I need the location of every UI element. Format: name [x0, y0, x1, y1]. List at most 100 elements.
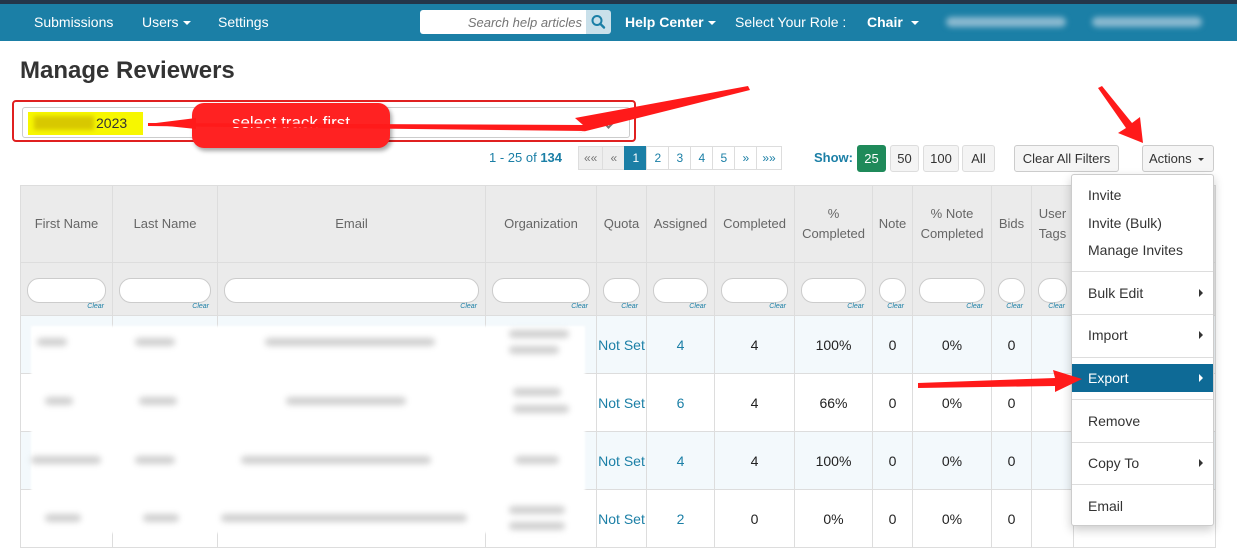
filter-input[interactable]: [224, 277, 479, 303]
filter-input[interactable]: [721, 277, 788, 303]
header-row: First Name Last Name Email Organization …: [20, 185, 1216, 263]
filter-cell: Clear: [991, 262, 1032, 316]
col-pct-note-completed[interactable]: % Note Completed: [912, 185, 992, 263]
col-completed[interactable]: Completed: [714, 185, 795, 263]
pct-completed-value: 66%: [794, 373, 873, 432]
nav-submissions[interactable]: Submissions: [34, 14, 113, 30]
page-title: Manage Reviewers: [20, 57, 235, 84]
quota-link[interactable]: Not Set: [596, 431, 647, 490]
filter-input[interactable]: [653, 277, 708, 303]
menu-item-email[interactable]: Email: [1072, 492, 1213, 520]
redacted-text: [509, 522, 565, 530]
filter-cell: Clear: [714, 262, 795, 316]
menu-item-export[interactable]: Export: [1072, 364, 1213, 392]
filter-input[interactable]: [879, 277, 906, 303]
filter-input[interactable]: [801, 277, 866, 303]
role-select[interactable]: Chair: [867, 14, 919, 30]
chevron-down-icon: [910, 21, 919, 26]
nav-users[interactable]: Users: [142, 14, 191, 30]
clear-link[interactable]: Clear: [1006, 303, 1023, 310]
menu-item-bulk-edit[interactable]: Bulk Edit: [1072, 279, 1213, 307]
quota-link[interactable]: Not Set: [596, 373, 647, 432]
filter-input[interactable]: [27, 277, 106, 303]
track-value-text: 2023: [96, 115, 128, 131]
col-bids[interactable]: Bids: [991, 185, 1032, 263]
pagination: «« « 1 2 3 4 5 » »»: [578, 146, 782, 170]
page-4[interactable]: 4: [690, 146, 714, 170]
page-1[interactable]: 1: [624, 146, 648, 170]
col-last-name[interactable]: Last Name: [112, 185, 218, 263]
quota-link[interactable]: Not Set: [596, 315, 647, 374]
clear-link[interactable]: Clear: [621, 303, 638, 310]
clear-link[interactable]: Clear: [769, 303, 786, 310]
assigned-link[interactable]: 2: [646, 489, 715, 548]
col-first-name[interactable]: First Name: [20, 185, 113, 263]
note-pct-value: 0%: [912, 489, 992, 548]
clear-link[interactable]: Clear: [571, 303, 588, 310]
menu-item-invite[interactable]: Invite: [1072, 181, 1213, 209]
redacted-text: [135, 456, 175, 464]
redacted-text: [509, 330, 569, 338]
col-quota[interactable]: Quota: [596, 185, 647, 263]
clear-link[interactable]: Clear: [847, 303, 864, 310]
clear-link[interactable]: Clear: [689, 303, 706, 310]
clear-link[interactable]: Clear: [1048, 303, 1065, 310]
page-next[interactable]: »: [734, 146, 758, 170]
account-menu[interactable]: [1092, 17, 1202, 27]
clear-link[interactable]: Clear: [460, 303, 477, 310]
menu-item-invite-bulk[interactable]: Invite (Bulk): [1072, 209, 1213, 237]
nav-help-center[interactable]: Help Center: [625, 14, 716, 30]
menu-item-remove[interactable]: Remove: [1072, 407, 1213, 435]
page-5[interactable]: 5: [712, 146, 736, 170]
user-menu[interactable]: [946, 17, 1066, 27]
filter-input[interactable]: [1038, 277, 1067, 303]
col-organization[interactable]: Organization: [485, 185, 597, 263]
note-value: 0: [872, 315, 913, 374]
menu-divider: [1072, 442, 1213, 443]
actions-button[interactable]: Actions: [1142, 145, 1214, 172]
redacted-text: [143, 514, 179, 522]
col-note[interactable]: Note: [872, 185, 913, 263]
show-100-button[interactable]: 100: [923, 145, 959, 172]
menu-item-manage-invites[interactable]: Manage Invites: [1072, 236, 1213, 264]
filter-input[interactable]: [998, 277, 1025, 303]
search-button[interactable]: [586, 10, 611, 34]
filter-cell: Clear: [872, 262, 913, 316]
page-last[interactable]: »»: [756, 146, 782, 170]
clear-link[interactable]: Clear: [887, 303, 904, 310]
page-prev[interactable]: «: [602, 146, 626, 170]
page-3[interactable]: 3: [668, 146, 692, 170]
page-first[interactable]: ««: [578, 146, 604, 170]
assigned-link[interactable]: 6: [646, 373, 715, 432]
show-all-button[interactable]: All: [962, 145, 995, 172]
col-assigned[interactable]: Assigned: [646, 185, 715, 263]
chevron-right-icon: [1199, 331, 1203, 339]
help-search-input[interactable]: [420, 10, 588, 34]
col-pct-completed[interactable]: % Completed: [794, 185, 873, 263]
menu-item-copy-to[interactable]: Copy To: [1072, 449, 1213, 477]
redacted-text: [509, 346, 559, 354]
page-2[interactable]: 2: [646, 146, 670, 170]
col-user-tags[interactable]: User Tags: [1031, 185, 1074, 263]
pager-info: 1 - 25 of 134: [489, 150, 562, 165]
nav-settings[interactable]: Settings: [218, 14, 269, 30]
menu-item-import[interactable]: Import: [1072, 321, 1213, 349]
show-50-button[interactable]: 50: [890, 145, 919, 172]
col-email[interactable]: Email: [217, 185, 486, 263]
clear-filters-button[interactable]: Clear All Filters: [1014, 145, 1119, 172]
bids-value: 0: [991, 489, 1032, 548]
clear-link[interactable]: Clear: [966, 303, 983, 310]
redacted-text: [45, 397, 73, 405]
clear-link[interactable]: Clear: [192, 303, 209, 310]
redacted-text: [135, 338, 175, 346]
filter-input[interactable]: [119, 277, 211, 303]
filter-input[interactable]: [919, 277, 985, 303]
assigned-link[interactable]: 4: [646, 431, 715, 490]
filter-input[interactable]: [492, 277, 590, 303]
show-25-button[interactable]: 25: [857, 145, 886, 172]
clear-link[interactable]: Clear: [87, 303, 104, 310]
quota-link[interactable]: Not Set: [596, 489, 647, 548]
filter-input[interactable]: [603, 277, 640, 303]
assigned-link[interactable]: 4: [646, 315, 715, 374]
redacted-text: [265, 338, 435, 346]
